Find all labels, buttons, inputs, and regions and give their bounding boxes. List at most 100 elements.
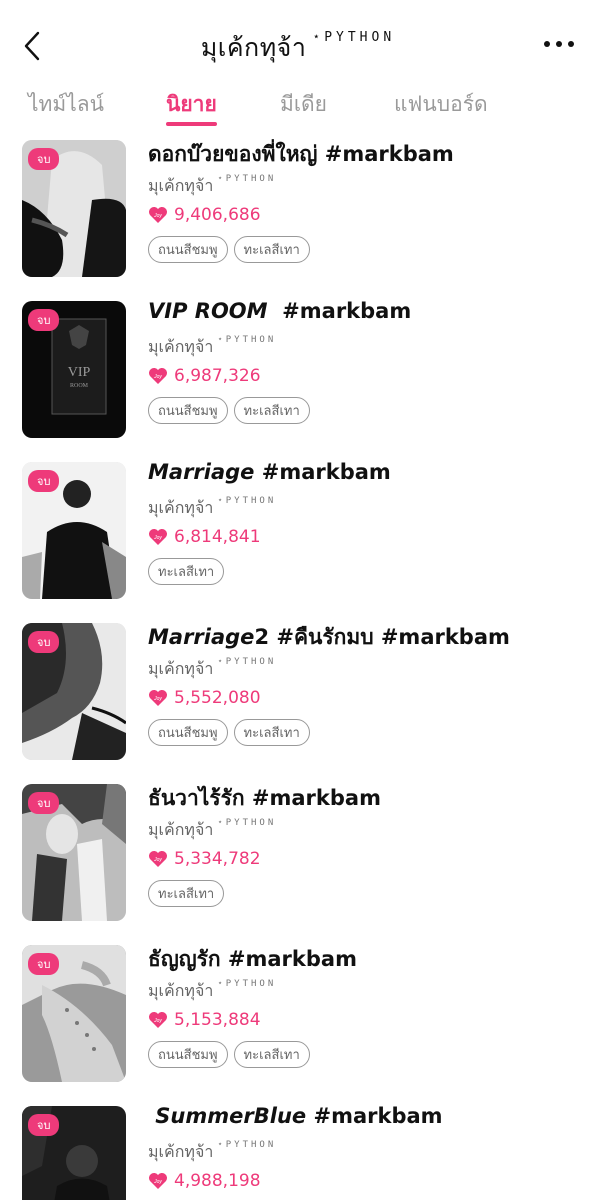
- novel-cover-image: จบ: [22, 462, 126, 599]
- novel-cover-image: จบ: [22, 784, 126, 921]
- tag-list: ถนนสีชมพู ทะเลสีเทา: [148, 236, 310, 263]
- novel-list-item[interactable]: จบ ธัญญรัก #markbam มุเค้กทุจ้า ⋆PYTHON J…: [0, 937, 596, 1098]
- novel-author: มุเค้กทุจ้า ⋆PYTHON: [148, 174, 276, 199]
- cover-text: VIP: [68, 365, 91, 380]
- tab-label: แฟนบอร์ด: [394, 92, 488, 116]
- more-options-button[interactable]: [544, 36, 574, 52]
- tag-chip[interactable]: ทะเลสีเทา: [148, 880, 225, 907]
- novel-list-item[interactable]: จบ Marriage2 #คืนรักมบ #markbam มุเค้กทุ…: [0, 615, 596, 776]
- tag-list: ถนนสีชมพู ทะเลสีเทา: [148, 719, 310, 746]
- view-count: Joy 6,814,841: [148, 526, 261, 548]
- novel-list: จบ ดอกบ๊วยของพี่ใหญ่ #markbam มุเค้กทุจ้…: [0, 132, 596, 1200]
- author-name: มุเค้กทุจ้า: [148, 1142, 214, 1161]
- joy-heart-icon: Joy: [149, 851, 167, 867]
- novel-title: ธัญญรัก #markbam: [148, 943, 357, 976]
- novel-title: ธันวาไร้รัก #markbam: [148, 782, 381, 815]
- novel-cover-image: จบ: [22, 945, 126, 1082]
- svg-text:Joy: Joy: [153, 374, 162, 380]
- novel-list-item[interactable]: จบ ดอกบ๊วยของพี่ใหญ่ #markbam มุเค้กทุจ้…: [0, 132, 596, 293]
- completed-badge: จบ: [28, 631, 60, 653]
- author-tag: ⋆PYTHON: [217, 1140, 277, 1150]
- tag-list: ทะเลสีเทา: [148, 558, 225, 585]
- tab-label: นิยาย: [166, 92, 217, 116]
- novel-author: มุเค้กทุจ้า ⋆PYTHON: [148, 335, 276, 360]
- novel-author: มุเค้กทุจ้า ⋆PYTHON: [148, 979, 276, 1004]
- novel-title-text: #markbam: [254, 460, 391, 484]
- novel-title-text: ดอกบ๊วยของพี่ใหญ่ #markbam: [148, 142, 454, 166]
- completed-badge: จบ: [28, 148, 60, 170]
- tab-novels[interactable]: นิยาย: [166, 88, 217, 128]
- page-title-tag: ⋆PYTHON: [312, 30, 396, 45]
- novel-cover-image: จบ: [22, 623, 126, 760]
- view-count: Joy 6,987,326: [148, 365, 261, 387]
- tab-label: ไทม์ไลน์: [28, 92, 105, 116]
- more-dot-icon: [568, 41, 574, 47]
- joy-heart-icon: Joy: [149, 690, 167, 706]
- novel-title: Marriage #markbam: [148, 460, 391, 484]
- tag-chip[interactable]: ถนนสีชมพู: [148, 397, 228, 424]
- tag-chip[interactable]: ทะเลสีเทา: [148, 558, 225, 585]
- header-bar: มุเค้กทุจ้า ⋆PYTHON: [0, 0, 596, 88]
- tab-media[interactable]: มีเดีย: [280, 88, 327, 128]
- tab-label: มีเดีย: [280, 92, 327, 116]
- completed-badge: จบ: [28, 470, 60, 492]
- novel-title: Marriage2 #คืนรักมบ #markbam: [148, 621, 510, 654]
- completed-badge: จบ: [28, 792, 60, 814]
- joy-heart-icon: Joy: [149, 1173, 167, 1189]
- tag-chip[interactable]: ทะเลสีเทา: [233, 397, 310, 424]
- novel-list-item[interactable]: จบ ธันวาไร้รัก #markbam มุเค้กทุจ้า ⋆PYTH…: [0, 776, 596, 937]
- novel-title-text: #markbam: [306, 1104, 443, 1128]
- novel-title: VIP ROOM #markbam: [148, 299, 411, 323]
- tag-chip[interactable]: ทะเลสีเทา: [233, 1041, 310, 1068]
- author-tag: ⋆PYTHON: [217, 979, 277, 989]
- novel-title-text: ธันวาไร้รัก #markbam: [148, 786, 381, 810]
- author-name: มุเค้กทุจ้า: [148, 498, 214, 517]
- svg-text:Joy: Joy: [153, 213, 162, 219]
- view-count: Joy 4,988,198: [148, 1170, 261, 1192]
- view-count-value: 6,987,326: [174, 366, 261, 386]
- joy-heart-icon: Joy: [149, 1012, 167, 1028]
- view-count: Joy 5,153,884: [148, 1009, 261, 1031]
- tag-list: ทะเลสีเทา: [148, 880, 225, 907]
- svg-text:Joy: Joy: [153, 696, 162, 702]
- view-count-value: 5,153,884: [174, 1010, 261, 1030]
- joy-heart-icon: Joy: [149, 529, 167, 545]
- more-dot-icon: [544, 41, 550, 47]
- tag-list: ถนนสีชมพู ทะเลสีเทา: [148, 397, 310, 424]
- profile-tabs: ไทม์ไลน์ นิยาย มีเดีย แฟนบอร์ด: [0, 88, 596, 128]
- author-name: มุเค้กทุจ้า: [148, 176, 214, 195]
- novel-list-item[interactable]: VIP ROOM จบ VIP ROOM #markbam มุเค้กทุจ้…: [0, 293, 596, 454]
- novel-cover-image: VIP ROOM จบ: [22, 301, 126, 438]
- tab-fanboard[interactable]: แฟนบอร์ด: [394, 88, 488, 128]
- view-count-value: 5,552,080: [174, 688, 261, 708]
- author-name: มุเค้กทุจ้า: [148, 337, 214, 356]
- page-title: มุเค้กทุจ้า ⋆PYTHON: [0, 28, 596, 68]
- view-count-value: 6,814,841: [174, 527, 261, 547]
- view-count-value: 4,988,198: [174, 1171, 261, 1191]
- novel-title-text: #markbam: [267, 299, 412, 323]
- author-tag: ⋆PYTHON: [217, 174, 277, 184]
- tag-chip[interactable]: ทะเลสีเทา: [233, 719, 310, 746]
- page-title-name: มุเค้กทุจ้า: [200, 33, 307, 62]
- more-dot-icon: [556, 41, 562, 47]
- novel-author: มุเค้กทุจ้า ⋆PYTHON: [148, 657, 276, 682]
- novel-title-italic: Marriage: [148, 625, 255, 649]
- novel-list-item[interactable]: จบ Marriage #markbam มุเค้กทุจ้า ⋆PYTHON …: [0, 454, 596, 615]
- author-tag: ⋆PYTHON: [217, 335, 277, 345]
- view-count-value: 5,334,782: [174, 849, 261, 869]
- author-name: มุเค้กทุจ้า: [148, 659, 214, 678]
- tag-list: ถนนสีชมพู ทะเลสีเทา: [148, 1041, 310, 1068]
- view-count-value: 9,406,686: [174, 205, 261, 225]
- novel-title-italic: Marriage: [148, 460, 255, 484]
- svg-text:Joy: Joy: [153, 1179, 162, 1185]
- tag-chip[interactable]: ถนนสีชมพู: [148, 1041, 228, 1068]
- cover-text: ROOM: [70, 383, 89, 389]
- completed-badge: จบ: [28, 309, 60, 331]
- novel-title-italic: VIP ROOM: [148, 299, 268, 323]
- tag-chip[interactable]: ถนนสีชมพู: [148, 719, 228, 746]
- tag-chip[interactable]: ทะเลสีเทา: [233, 236, 310, 263]
- tag-chip[interactable]: ถนนสีชมพู: [148, 236, 228, 263]
- tab-timeline[interactable]: ไทม์ไลน์: [28, 88, 104, 128]
- novel-list-item[interactable]: จบ SummerBlue #markbam มุเค้กทุจ้า ⋆PYTHO…: [0, 1098, 596, 1200]
- active-tab-indicator: [166, 122, 217, 126]
